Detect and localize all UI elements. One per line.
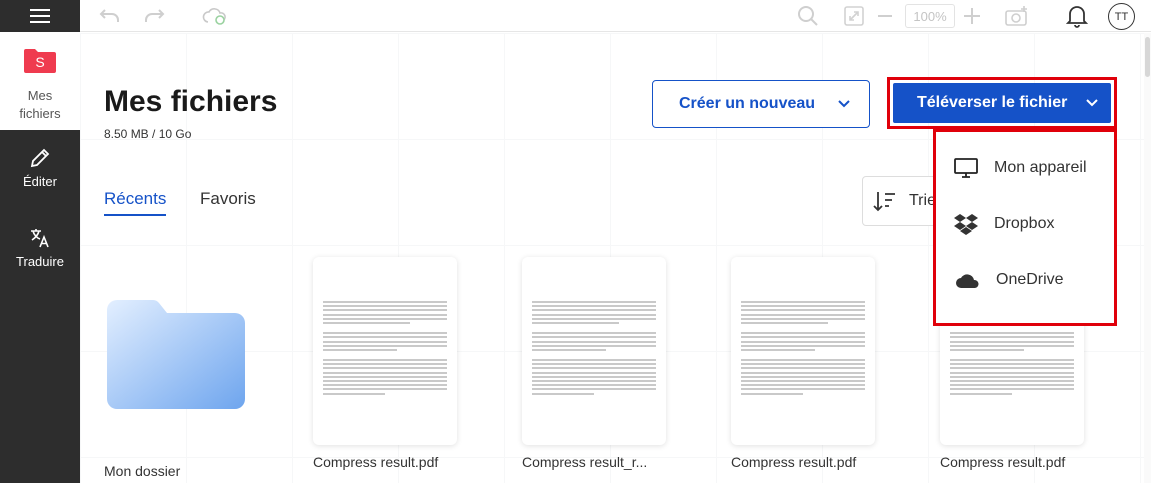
expand-icon	[844, 6, 864, 26]
upload-source-menu: Mon appareil Dropbox OneDrive	[933, 129, 1117, 326]
sidebar-item-edit[interactable]: Éditer	[0, 146, 80, 189]
upload-button-highlight: Téléverser le fichier	[887, 77, 1117, 129]
storage-usage: 8.50 MB / 10 Go	[104, 127, 192, 141]
pencil-icon	[30, 148, 50, 168]
sidebar-logo-label-line2: fichiers	[19, 106, 61, 121]
redo-button[interactable]	[142, 4, 166, 28]
redo-icon	[145, 9, 165, 22]
chevron-down-icon	[1086, 99, 1098, 107]
camera-plus-icon	[1005, 6, 1027, 26]
menu-item-label: Dropbox	[994, 215, 1055, 232]
top-toolbar: 100% TT	[80, 0, 1151, 32]
vertical-scrollbar[interactable]	[1144, 33, 1151, 483]
create-new-label: Créer un nouveau	[679, 95, 816, 112]
cloud-sync-status	[202, 4, 228, 28]
hamburger-menu-button[interactable]	[0, 0, 80, 32]
sidebar-item-label: Éditer	[23, 174, 57, 189]
folder-thumbnail[interactable]	[107, 300, 245, 409]
sidebar-logo-label-line1: Mes	[27, 88, 53, 103]
plus-icon	[964, 8, 980, 24]
search-button[interactable]	[796, 4, 820, 28]
file-thumbnail[interactable]	[731, 257, 875, 445]
cloud-sync-icon	[202, 8, 226, 25]
undo-icon	[99, 9, 119, 22]
app-logo: S	[24, 47, 56, 73]
left-sidebar: S Mes fichiers Éditer Traduire	[0, 0, 80, 483]
menu-item-my-device[interactable]: Mon appareil	[936, 146, 1114, 190]
create-new-button[interactable]: Créer un nouveau	[652, 80, 870, 128]
menu-item-onedrive[interactable]: OneDrive	[936, 258, 1114, 302]
minus-icon	[878, 15, 892, 17]
page-title: Mes fichiers	[104, 85, 278, 118]
undo-button[interactable]	[98, 4, 122, 28]
user-avatar[interactable]: TT	[1108, 3, 1135, 30]
bell-icon	[1066, 6, 1088, 28]
sort-icon	[873, 192, 895, 212]
folder-icon	[107, 300, 245, 409]
menu-item-dropbox[interactable]: Dropbox	[936, 202, 1114, 246]
folder-name[interactable]: Mon dossier	[104, 463, 180, 479]
tab-recents[interactable]: Récents	[104, 189, 167, 216]
translate-icon	[31, 229, 49, 248]
upload-file-button[interactable]: Téléverser le fichier	[893, 83, 1111, 123]
chevron-down-icon	[838, 100, 850, 108]
zoom-in-button[interactable]	[963, 4, 981, 28]
file-name[interactable]: Compress result.pdf	[313, 454, 473, 470]
sidebar-item-label: Traduire	[16, 254, 64, 269]
file-name[interactable]: Compress result.pdf	[731, 454, 891, 470]
main-content: Mes fichiers 8.50 MB / 10 Go Récents Fav…	[80, 33, 1151, 483]
sidebar-logo-label: Mes fichiers	[19, 87, 60, 123]
upload-file-label: Téléverser le fichier	[917, 94, 1068, 111]
onedrive-icon	[956, 274, 979, 288]
tab-favorites[interactable]: Favoris	[200, 189, 256, 209]
file-thumbnail[interactable]	[522, 257, 666, 445]
add-image-button[interactable]	[1004, 4, 1030, 28]
sort-label: Trie	[909, 192, 936, 209]
menu-item-label: Mon appareil	[994, 159, 1087, 176]
zoom-out-button[interactable]	[876, 4, 894, 28]
scrollbar-thumb[interactable]	[1145, 37, 1150, 77]
file-thumbnail[interactable]	[313, 257, 457, 445]
dropbox-icon	[954, 214, 978, 235]
notifications-button[interactable]	[1065, 4, 1089, 28]
sidebar-item-translate[interactable]: Traduire	[0, 226, 80, 269]
hamburger-icon	[30, 9, 50, 23]
menu-item-label: OneDrive	[996, 271, 1064, 288]
file-name[interactable]: Compress result.pdf	[940, 454, 1100, 470]
fit-page-button[interactable]	[843, 4, 865, 28]
search-icon	[798, 6, 818, 26]
logo-letter: S	[35, 54, 44, 70]
folder-logo-icon: S	[24, 49, 56, 73]
file-name[interactable]: Compress result_r...	[522, 454, 682, 470]
sidebar-item-my-files[interactable]: S Mes fichiers	[0, 32, 80, 130]
monitor-icon	[954, 158, 978, 178]
zoom-level[interactable]: 100%	[905, 4, 955, 28]
